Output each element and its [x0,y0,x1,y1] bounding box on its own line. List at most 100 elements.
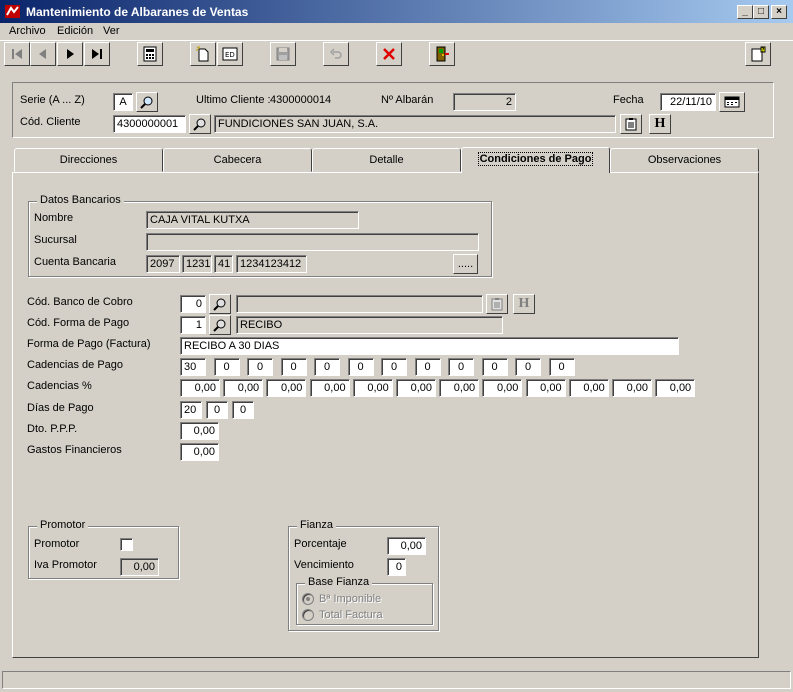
serie-search-button[interactable] [136,92,158,112]
nombre-label: Nombre [34,212,74,224]
menu-edicion[interactable]: Edición [57,25,93,37]
cadencia-input[interactable]: 0 [515,358,541,376]
serie-label: Serie (A ... Z) [20,94,85,106]
cadencia-pct-input[interactable]: 0,00 [612,379,652,397]
cadencia-input[interactable]: 0 [280,358,307,376]
ultimo-cliente-label: Ultimo Cliente : [196,94,271,106]
dto-label: Dto. P.P.P. [27,423,78,435]
group-title: Datos Bancarios [37,194,124,206]
cadencia-pct-input[interactable]: 0,00 [482,379,523,397]
cadencia-input[interactable]: 0 [213,358,240,376]
albaran-input[interactable]: 2 [453,93,516,111]
edit-button[interactable]: ED [217,42,243,66]
tab-direcciones[interactable]: Direcciones [14,148,163,172]
help-button[interactable]: ? [745,42,771,66]
banco-cobro-search-button[interactable] [209,294,231,314]
close-window-button[interactable]: × [771,5,787,19]
cadencia-input[interactable]: 0 [548,358,575,376]
cadencia-pct-input[interactable]: 0,00 [352,379,393,397]
last-record-icon [92,49,102,59]
cuenta-oficina-field: 1231 [182,255,212,273]
cadencia-pct-input[interactable]: 0,00 [655,379,696,397]
cliente-notes-button[interactable] [620,114,642,134]
tab-observaciones[interactable]: Observaciones [610,148,759,172]
next-record-icon [67,49,74,59]
banco-cobro-history-button[interactable]: H [513,294,535,314]
banco-nombre-field: CAJA VITAL KUTXA [146,211,359,229]
dias-pago-input[interactable]: 20 [180,401,202,419]
promotor-label: Promotor [34,538,80,550]
vencimiento-input[interactable]: 0 [387,558,406,576]
group-title: Fianza [297,519,337,531]
svg-text:ED: ED [225,51,235,59]
cadencia-pct-input[interactable]: 0,00 [180,379,220,397]
last-record-button[interactable] [84,42,110,66]
cadencias-label: Cadencias de Pago [27,359,124,371]
cadencia-input[interactable]: 0 [448,358,474,376]
svg-text:?: ? [762,48,765,54]
dias-pago-input[interactable]: 0 [206,401,228,419]
status-bar [0,668,793,692]
next-record-button[interactable] [57,42,83,66]
maximize-button[interactable]: □ [753,5,769,19]
tab-label: Direcciones [59,154,118,166]
cadencia-input[interactable]: 30 [180,358,206,376]
forma-pago-factura-input[interactable]: RECIBO A 30 DIAS [180,337,679,355]
total-factura-radio[interactable] [302,609,314,621]
cadencia-input[interactable]: 0 [414,358,441,376]
new-document-button[interactable] [190,42,216,66]
cadencia-input[interactable]: 0 [481,358,508,376]
dias-pago-input[interactable]: 0 [232,401,254,419]
serie-input[interactable]: A [113,93,133,111]
menu-ver[interactable]: Ver [103,25,120,37]
group-title: Base Fianza [305,576,373,588]
base-imponible-radio[interactable] [302,593,314,605]
calendar-button[interactable] [719,92,745,112]
cliente-history-button[interactable]: H [649,114,671,134]
tab-condiciones-pago[interactable]: Condiciones de Pago [461,147,610,173]
cadencia-pct-input[interactable]: 0,00 [309,379,350,397]
calculator-button[interactable] [137,42,163,66]
cliente-search-button[interactable] [189,114,211,134]
banco-cobro-input[interactable]: 0 [180,295,206,313]
cadencia-pct-input[interactable]: 0,00 [266,379,307,397]
prev-record-button[interactable] [30,42,56,66]
banco-cobro-notes-button[interactable] [486,294,508,314]
forma-pago-input[interactable]: 1 [180,316,206,334]
albaran-label: Nº Albarán [381,94,434,106]
menu-archivo[interactable]: Archivo [9,25,46,37]
cod-cliente-input[interactable]: 4300000001 [113,115,186,133]
promotor-checkbox[interactable] [120,538,133,551]
cadencia-pct-input[interactable]: 0,00 [396,379,436,397]
cadencia-input[interactable]: 0 [381,358,407,376]
tab-cabecera[interactable]: Cabecera [163,148,312,172]
minimize-button[interactable]: _ [737,5,753,19]
calendar-icon [724,96,740,108]
dto-input[interactable]: 0,00 [180,422,219,440]
banco-cobro-label: Cód. Banco de Cobro [27,296,133,308]
cuenta-dc-field: 41 [214,255,233,273]
forma-pago-search-button[interactable] [209,315,231,335]
fecha-label: Fecha [613,94,644,106]
iva-promotor-field: 0,00 [120,558,159,576]
status-panel [2,671,791,689]
cuenta-browse-button[interactable]: ..... [453,254,478,274]
undo-button[interactable] [323,42,349,66]
cod-cliente-label: Cód. Cliente [20,116,81,128]
first-record-button[interactable] [4,42,30,66]
fecha-input[interactable]: 22/11/10 [660,93,716,111]
tab-detalle[interactable]: Detalle [312,148,461,172]
cadencia-input[interactable]: 0 [247,358,273,376]
cadencia-input[interactable]: 0 [314,358,340,376]
app-icon [5,5,20,18]
porcentaje-input[interactable]: 0,00 [387,537,426,555]
cadencia-pct-input[interactable]: 0,00 [525,379,566,397]
save-button[interactable] [270,42,296,66]
cadencia-input[interactable]: 0 [347,358,374,376]
cadencia-pct-input[interactable]: 0,00 [439,379,480,397]
gastos-input[interactable]: 0,00 [180,443,219,461]
cadencia-pct-input[interactable]: 0,00 [568,379,609,397]
exit-button[interactable] [429,42,455,66]
delete-button[interactable] [376,42,402,66]
cadencia-pct-input[interactable]: 0,00 [223,379,264,397]
